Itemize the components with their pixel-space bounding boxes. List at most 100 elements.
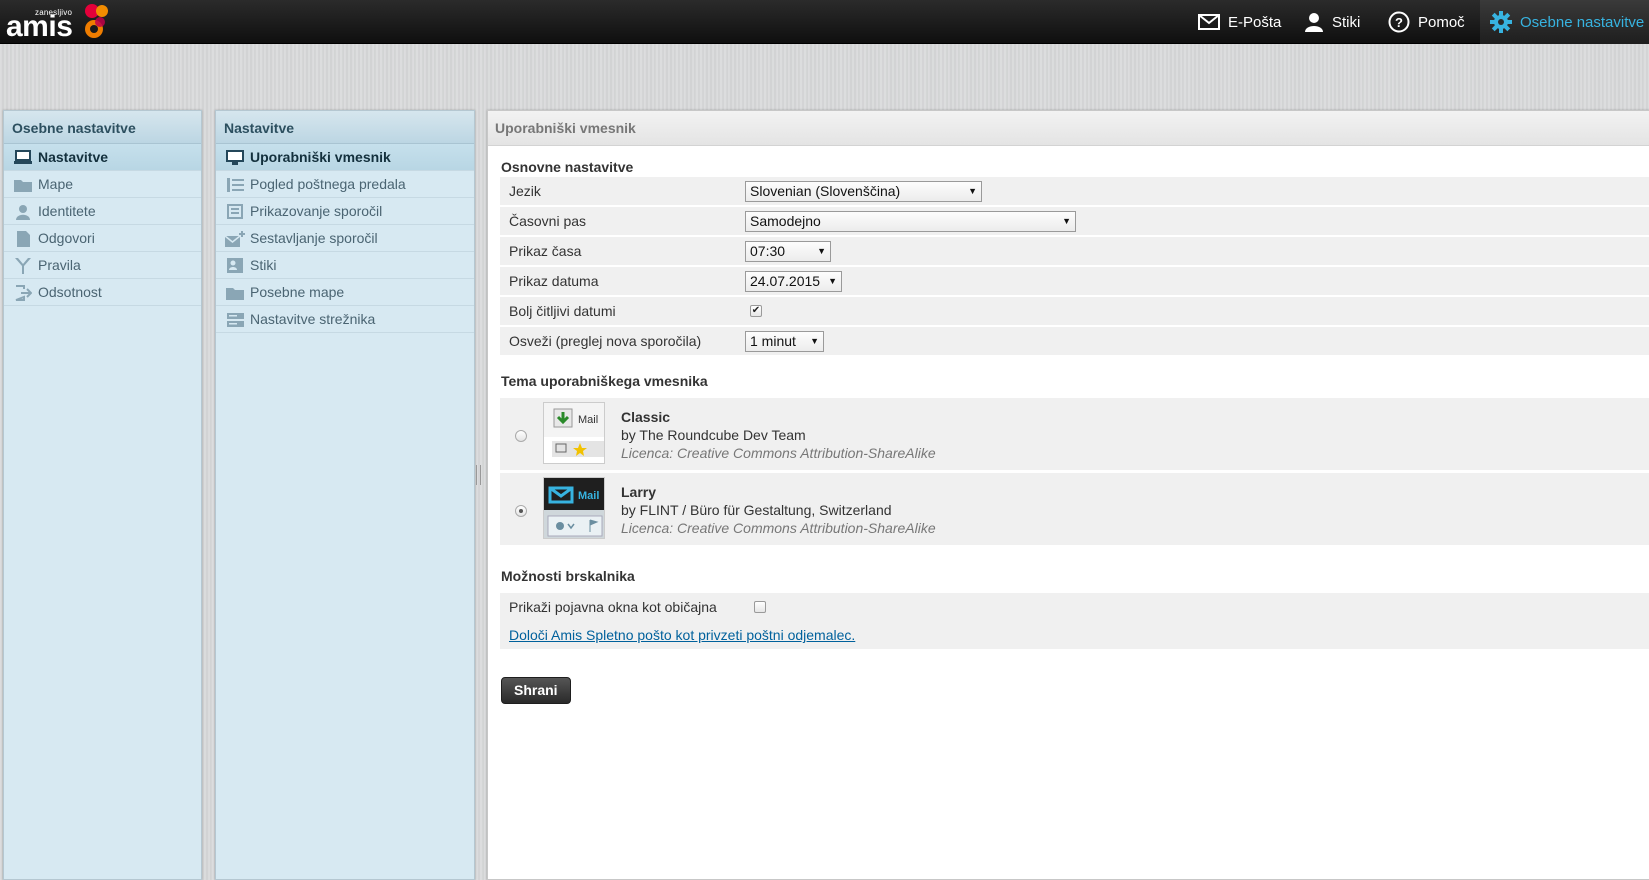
- logo-wordmark: amis: [6, 10, 73, 43]
- popups-row: Prikaži pojavna okna kot običajna: [500, 593, 1649, 622]
- exit-icon: [13, 284, 33, 301]
- skin-larry-thumbnail: Mail: [543, 477, 605, 539]
- monitor-icon: [13, 149, 33, 166]
- date-format-label: Prikaz datuma: [509, 273, 599, 289]
- skin-option-larry[interactable]: Mail Larry by FLINT / Büro für Gestaltun…: [500, 473, 1649, 545]
- logo-mark-icon: [85, 4, 108, 38]
- pref-item-mailbox-view[interactable]: Pogled poštnega predala: [216, 171, 474, 198]
- section-skin-title: Tema uporabniškega vmesnika: [501, 373, 708, 389]
- preferences-content: Uporabniški vmesnik Osnovne nastavitve J…: [487, 110, 1649, 880]
- default-client-row: Določi Amis Spletno pošto kot privzeti p…: [500, 621, 1649, 650]
- amis-logo[interactable]: zanesljivo amis: [6, 2, 116, 42]
- timezone-row: Časovni pas Samodejno ▼: [500, 207, 1649, 236]
- popups-label: Prikaži pojavna okna kot običajna: [509, 599, 717, 615]
- refresh-label: Osveži (preglej nova sporočila): [509, 333, 702, 349]
- pref-item-label: Stiki: [250, 257, 277, 273]
- pref-item-label: Nastavitve strežnika: [250, 311, 376, 327]
- skin-larry-name: Larry: [621, 484, 657, 500]
- section-item-filters[interactable]: Pravila: [4, 252, 201, 279]
- monitor-icon: [225, 149, 245, 166]
- date-format-row: Prikaz datuma 24.07.2015 ▼: [500, 267, 1649, 296]
- time-format-label: Prikaz časa: [509, 243, 582, 259]
- date-format-select[interactable]: 24.07.2015 ▼: [745, 271, 842, 292]
- time-format-value: 07:30: [750, 243, 786, 259]
- nav-settings-label: Osebne nastavitve: [1520, 13, 1645, 31]
- skin-larry-radio[interactable]: [515, 505, 527, 517]
- section-item-responses[interactable]: Odgovori: [4, 225, 201, 252]
- skin-classic-name: Classic: [621, 409, 671, 425]
- nav-contacts[interactable]: Stiki: [1304, 0, 1360, 44]
- envelope-icon: [1198, 14, 1220, 30]
- save-button[interactable]: Shrani: [501, 677, 571, 704]
- folder-icon: [13, 176, 33, 193]
- settings-sections-panel: Osebne nastavitve Nastavitve Mape Identi…: [3, 110, 202, 880]
- panel-title: Nastavitve: [216, 111, 474, 144]
- pretty-dates-checkbox[interactable]: ✔: [750, 305, 762, 317]
- person-icon: [1305, 13, 1323, 32]
- dropdown-arrow-icon: ▼: [968, 186, 977, 196]
- dropdown-arrow-icon: ▼: [817, 246, 826, 256]
- message-view-icon: [225, 203, 245, 220]
- pref-item-contacts[interactable]: Stiki: [216, 252, 474, 279]
- timezone-label: Časovni pas: [509, 213, 587, 229]
- section-basic-title: Osnovne nastavitve: [501, 159, 634, 175]
- document-icon: [13, 230, 33, 247]
- popups-checkbox[interactable]: [754, 601, 766, 613]
- panel-title: Osebne nastavitve: [4, 111, 201, 144]
- date-format-value: 24.07.2015: [750, 273, 821, 289]
- default-mail-client-link[interactable]: Določi Amis Spletno pošto kot privzeti p…: [509, 621, 855, 650]
- skin-larry-license: Licenca: Creative Commons Attribution-Sh…: [621, 520, 936, 536]
- nav-mail[interactable]: E-Pošta: [1198, 0, 1281, 44]
- skin-classic-license: Licenca: Creative Commons Attribution-Sh…: [621, 445, 936, 461]
- pref-item-label: Pogled poštnega predala: [250, 176, 406, 192]
- section-item-label: Nastavitve: [38, 149, 109, 165]
- nav-help-label: Pomoč: [1418, 13, 1465, 31]
- skin-classic-radio[interactable]: [515, 430, 527, 442]
- pref-item-displaying-messages[interactable]: Prikazovanje sporočil: [216, 198, 474, 225]
- pref-item-label: Prikazovanje sporočil: [250, 203, 383, 219]
- skin-classic-thumb-label: Mail: [578, 414, 598, 426]
- user-icon: [13, 203, 33, 220]
- section-item-label: Mape: [38, 176, 74, 192]
- pref-item-label: Uporabniški vmesnik: [250, 149, 391, 165]
- section-item-folders[interactable]: Mape: [4, 171, 201, 198]
- compose-icon: [225, 230, 245, 247]
- refresh-row: Osveži (preglej nova sporočila) 1 minut …: [500, 327, 1649, 356]
- nav-settings[interactable]: Osebne nastavitve: [1480, 0, 1649, 44]
- pref-item-special-folders[interactable]: Posebne mape: [216, 279, 474, 306]
- filter-icon: [13, 257, 33, 274]
- timezone-select[interactable]: Samodejno ▼: [745, 211, 1076, 232]
- pref-item-label: Posebne mape: [250, 284, 345, 300]
- section-item-label: Odsotnost: [38, 284, 102, 300]
- skin-larry-thumb-label: Mail: [578, 490, 599, 502]
- time-format-select[interactable]: 07:30 ▼: [745, 241, 831, 262]
- dropdown-arrow-icon: ▼: [1062, 216, 1071, 226]
- pretty-dates-row: Bolj čitljivi datumi ✔: [500, 297, 1649, 326]
- section-item-label: Odgovori: [38, 230, 95, 246]
- pref-item-user-interface[interactable]: Uporabniški vmesnik: [216, 144, 474, 171]
- refresh-value: 1 minut: [750, 333, 796, 349]
- language-label: Jezik: [509, 183, 541, 199]
- section-item-label: Identitete: [38, 203, 96, 219]
- section-item-label: Pravila: [38, 257, 81, 273]
- folder-icon: [225, 284, 245, 301]
- contact-card-icon: [225, 257, 245, 274]
- pref-item-server-settings[interactable]: Nastavitve strežnika: [216, 306, 474, 333]
- section-item-identities[interactable]: Identitete: [4, 198, 201, 225]
- dropdown-arrow-icon: ▼: [810, 336, 819, 346]
- content-title: Uporabniški vmesnik: [488, 111, 1649, 146]
- section-browser-title: Možnosti brskalnika: [501, 568, 635, 584]
- time-format-row: Prikaz časa 07:30 ▼: [500, 237, 1649, 266]
- language-select[interactable]: Slovenian (Slovenščina) ▼: [745, 181, 982, 202]
- svg-text:?: ?: [1395, 15, 1403, 30]
- panel-splitter[interactable]: [476, 465, 481, 485]
- section-item-preferences[interactable]: Nastavitve: [4, 144, 201, 171]
- preferences-list-panel: Nastavitve Uporabniški vmesnik Pogled po…: [215, 110, 475, 880]
- nav-help[interactable]: ? Pomoč: [1388, 0, 1465, 44]
- list-icon: [225, 176, 245, 193]
- skin-option-classic[interactable]: Mail Classic by The Roundcube Dev Team L…: [500, 398, 1649, 470]
- skin-classic-author: by The Roundcube Dev Team: [621, 427, 806, 443]
- section-item-vacation[interactable]: Odsotnost: [4, 279, 201, 306]
- pref-item-composing-messages[interactable]: Sestavljanje sporočil: [216, 225, 474, 252]
- refresh-select[interactable]: 1 minut ▼: [745, 331, 824, 352]
